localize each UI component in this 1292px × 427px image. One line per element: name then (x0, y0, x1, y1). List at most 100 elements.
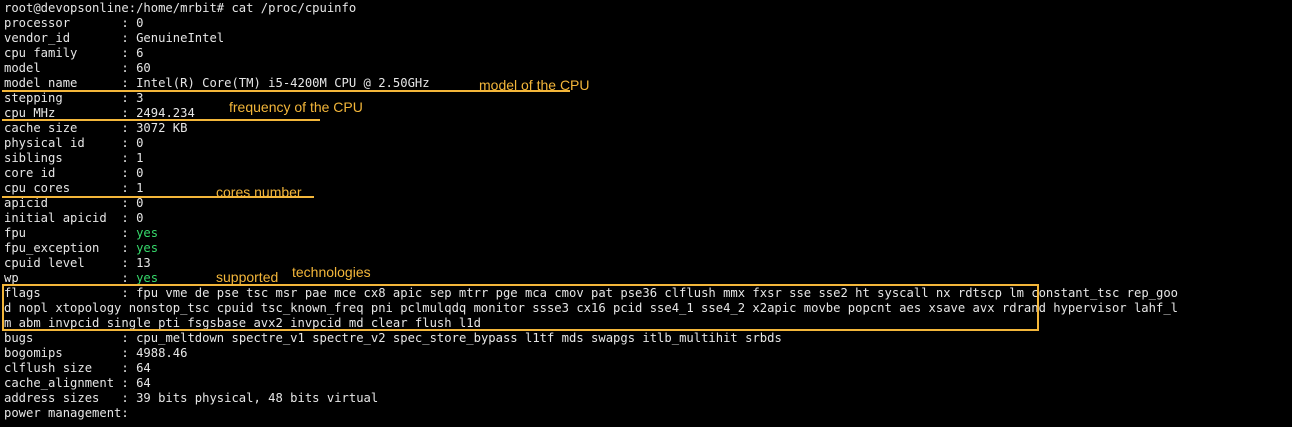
row-separator: : (70, 181, 137, 195)
row-separator: : (106, 211, 137, 225)
row-key: power management (4, 406, 122, 420)
row-separator: : (62, 151, 137, 165)
cpuinfo-row: cpu cores : 1 (4, 181, 143, 196)
row-key: physical id (4, 136, 85, 150)
annotation-supported: supported (216, 269, 279, 285)
row-value: 3 (136, 91, 144, 105)
cpuinfo-row: bogomips : 4988.46 (4, 346, 187, 361)
row-value: 0 (136, 136, 144, 150)
row-value: Intel(R) Core(TM) i5-4200M CPU @ 2.50GHz (136, 76, 430, 90)
row-separator: : (55, 166, 137, 180)
flags-highlight-box (2, 284, 1039, 331)
row-value: 0 (136, 16, 144, 30)
row-value: cpu_meltdown spectre_v1 spectre_v2 spec_… (136, 331, 782, 345)
row-value: 6 (136, 46, 144, 60)
cpuinfo-row: clflush size : 64 (4, 361, 151, 376)
cpuinfo-row: siblings : 1 (4, 151, 143, 166)
row-key: clflush size (4, 361, 93, 375)
row-separator: : (70, 31, 137, 45)
row-separator: : (121, 406, 129, 420)
cpuinfo-row: cpu family : 6 (4, 46, 143, 61)
cpuinfo-row: cpuid level : 13 (4, 256, 151, 271)
cpuinfo-row: cache_alignment : 64 (4, 376, 151, 391)
row-key: cache size (4, 121, 78, 135)
row-separator: : (26, 226, 137, 240)
row-value: 0 (136, 166, 144, 180)
row-key: wp (4, 271, 19, 285)
cpuinfo-row: core id : 0 (4, 166, 143, 181)
row-separator: : (70, 16, 137, 30)
cpuinfo-row: fpu_exception : yes (4, 241, 158, 256)
cpuinfo-row: stepping : 3 (4, 91, 143, 106)
row-separator: : (84, 136, 137, 150)
row-value: 1 (136, 181, 144, 195)
row-value: yes (136, 226, 159, 240)
row-separator: : (62, 346, 137, 360)
row-key: cpu cores (4, 181, 71, 195)
row-separator: : (77, 76, 137, 90)
cpuinfo-row: vendor_id : GenuineIntel (4, 31, 224, 46)
row-separator: : (18, 271, 137, 285)
row-separator: : (114, 376, 137, 390)
row-separator: : (99, 241, 137, 255)
cpuinfo-row: model name : Intel(R) Core(TM) i5-4200M … (4, 76, 430, 91)
row-value: GenuineIntel (136, 31, 225, 45)
annotation-frequency: frequency of the CPU (229, 99, 363, 115)
cpuinfo-row: model : 60 (4, 61, 151, 76)
row-value: yes (136, 271, 159, 285)
row-separator: : (48, 196, 137, 210)
row-key: cpu MHz (4, 106, 56, 120)
row-value: 0 (136, 211, 144, 225)
cpuinfo-row: address sizes : 39 bits physical, 48 bit… (4, 391, 378, 406)
row-separator: : (62, 91, 137, 105)
annotation-technologies: technologies (292, 264, 371, 280)
row-value: 39 bits physical, 48 bits virtual (136, 391, 379, 405)
row-value: 60 (136, 61, 151, 75)
cpuinfo-row: processor : 0 (4, 16, 143, 31)
prompt-line: root@devopsonline:/home/mrbit# cat /proc… (4, 1, 357, 15)
row-value: 4988.46 (136, 346, 188, 360)
row-value: 1 (136, 151, 144, 165)
row-separator: : (84, 256, 137, 270)
terminal-window[interactable]: root@devopsonline:/home/mrbit# cat /proc… (0, 0, 1292, 427)
row-separator: : (77, 46, 137, 60)
row-key: model (4, 61, 41, 75)
row-key: bugs (4, 331, 34, 345)
row-value: yes (136, 241, 159, 255)
cpuinfo-row: cache size : 3072 KB (4, 121, 187, 136)
cpuinfo-row: bugs : cpu_meltdown spectre_v1 spectre_v… (4, 331, 782, 346)
row-key: apicid (4, 196, 49, 210)
row-separator: : (77, 121, 137, 135)
row-key: initial apicid (4, 211, 107, 225)
cpuinfo-row: physical id : 0 (4, 136, 143, 151)
row-key: cache_alignment (4, 376, 115, 390)
cpuinfo-row: initial apicid : 0 (4, 211, 143, 226)
row-value: 13 (136, 256, 151, 270)
cpuinfo-row: fpu : yes (4, 226, 158, 241)
row-key: stepping (4, 91, 63, 105)
row-separator: : (99, 391, 137, 405)
row-key: processor (4, 16, 71, 30)
frequency-underline (2, 119, 320, 121)
row-key: siblings (4, 151, 63, 165)
row-key: bogomips (4, 346, 63, 360)
model-underline (2, 90, 570, 92)
row-separator: : (55, 106, 137, 120)
cpuinfo-row: power management: (4, 406, 129, 421)
row-value: 0 (136, 196, 144, 210)
row-separator: : (40, 61, 137, 75)
row-key: address sizes (4, 391, 100, 405)
row-key: vendor_id (4, 31, 71, 45)
row-key: fpu (4, 226, 27, 240)
row-separator: : (33, 331, 137, 345)
row-value: 64 (136, 376, 151, 390)
cpuinfo-row: apicid : 0 (4, 196, 143, 211)
row-key: cpu family (4, 46, 78, 60)
row-key: fpu_exception (4, 241, 100, 255)
row-value: 64 (136, 361, 151, 375)
row-key: model name (4, 76, 78, 90)
row-key: core id (4, 166, 56, 180)
cores-underline (2, 196, 314, 198)
row-separator: : (92, 361, 137, 375)
row-key: cpuid level (4, 256, 85, 270)
